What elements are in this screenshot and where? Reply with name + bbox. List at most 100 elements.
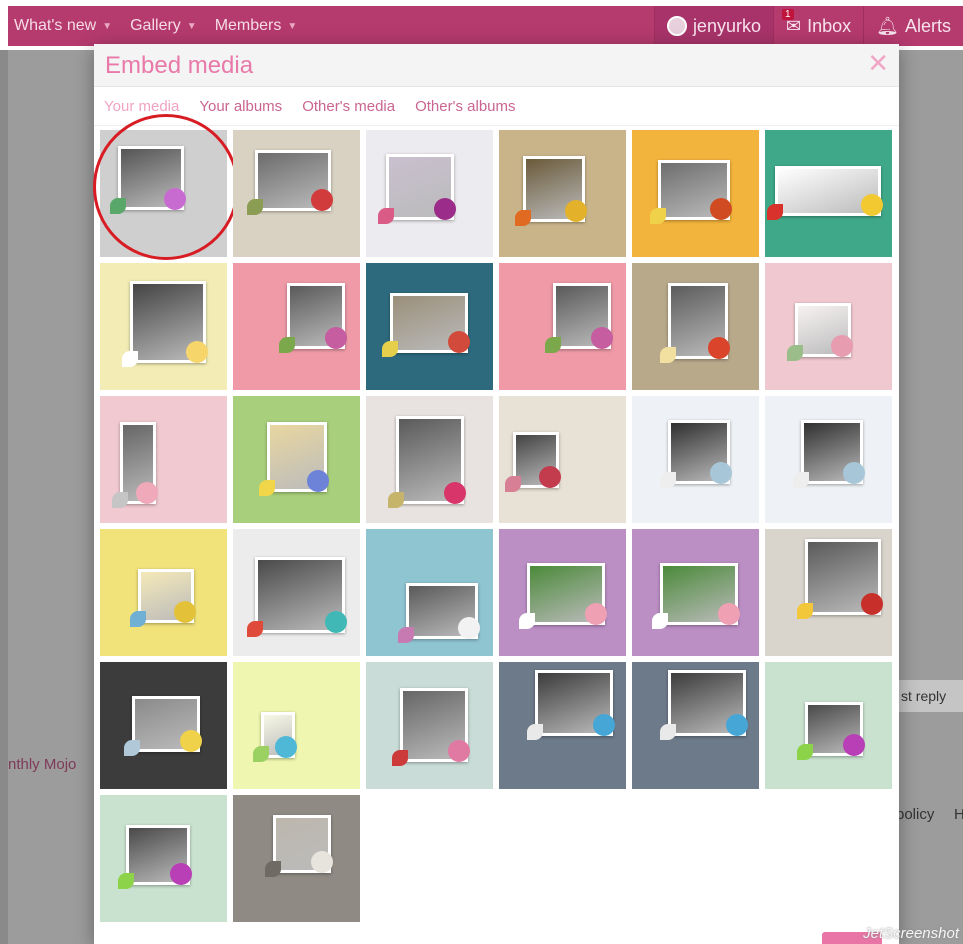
flower-embellishment	[585, 603, 607, 625]
flower-embellishment	[539, 466, 561, 488]
media-thumbnail[interactable]	[765, 662, 892, 789]
media-thumbnail[interactable]	[233, 130, 360, 257]
leaf-embellishment	[660, 347, 676, 363]
inbox-link[interactable]: 1 ✉ Inbox	[772, 6, 863, 46]
chevron-down-icon: ▼	[102, 20, 113, 32]
flower-embellishment	[311, 851, 333, 873]
media-thumbnail[interactable]	[632, 529, 759, 656]
flower-embellishment	[307, 470, 329, 492]
close-icon[interactable]: ✕	[867, 50, 889, 76]
nav-gallery-label: Gallery	[130, 17, 181, 34]
media-grid	[93, 114, 895, 922]
flower-embellishment	[458, 617, 480, 639]
leaf-embellishment	[382, 341, 398, 357]
user-menu[interactable]: jenyurko	[653, 6, 773, 46]
nav-whats-new-label: What's new	[14, 17, 97, 34]
media-thumbnail[interactable]	[765, 529, 892, 656]
media-thumbnail[interactable]	[233, 662, 360, 789]
media-thumbnail[interactable]	[233, 529, 360, 656]
chevron-down-icon: ▼	[186, 20, 197, 32]
media-thumbnail[interactable]	[632, 662, 759, 789]
media-thumbnail[interactable]	[632, 396, 759, 523]
leaf-embellishment	[797, 744, 813, 760]
media-thumbnail[interactable]	[100, 795, 227, 922]
flower-embellishment	[710, 198, 732, 220]
post-reply-fragment: st reply	[893, 680, 963, 712]
media-thumbnail[interactable]	[499, 130, 626, 257]
leaf-embellishment	[505, 476, 521, 492]
leaf-embellishment	[398, 627, 414, 643]
top-navigation: What's new ▼ Gallery ▼ Members ▼ jenyurk…	[0, 0, 963, 50]
flower-embellishment	[843, 462, 865, 484]
media-thumbnail[interactable]	[366, 529, 493, 656]
media-tabs: Your media Your albums Other's media Oth…	[94, 87, 899, 126]
flower-embellishment	[718, 603, 740, 625]
media-thumbnail[interactable]	[765, 130, 892, 257]
media-thumbnail[interactable]	[100, 662, 227, 789]
media-thumbnail[interactable]	[100, 396, 227, 523]
inbox-label: Inbox	[807, 15, 852, 36]
leaf-embellishment	[265, 861, 281, 877]
watermark: JetScreenshot	[863, 925, 959, 942]
flower-embellishment	[710, 462, 732, 484]
media-thumbnail[interactable]	[499, 263, 626, 390]
username: jenyurko	[692, 15, 761, 36]
alerts-link[interactable]: 🔔︎ Alerts	[863, 6, 963, 46]
flower-embellishment	[861, 194, 883, 216]
chevron-down-icon: ▼	[287, 20, 298, 32]
leaf-embellishment	[122, 351, 138, 367]
media-thumbnail[interactable]	[366, 396, 493, 523]
media-thumbnail[interactable]	[499, 396, 626, 523]
media-thumbnail[interactable]	[366, 662, 493, 789]
media-thumbnail[interactable]	[100, 529, 227, 656]
leaf-embellishment	[110, 198, 126, 214]
flower-embellishment	[434, 198, 456, 220]
policy-fragment: policy	[896, 806, 935, 823]
modal-title: Embed media	[105, 52, 254, 79]
flower-embellishment	[186, 341, 208, 363]
nav-bar: What's new ▼ Gallery ▼ Members ▼ jenyurk…	[8, 6, 963, 46]
nav-left: What's new ▼ Gallery ▼ Members ▼	[14, 6, 297, 46]
flower-embellishment	[726, 714, 748, 736]
media-thumbnail[interactable]	[93, 114, 239, 260]
flower-embellishment	[164, 188, 186, 210]
nav-right: jenyurko 1 ✉ Inbox 🔔︎ Alerts	[653, 6, 963, 46]
tab-your-albums[interactable]: Your albums	[199, 98, 282, 115]
flower-embellishment	[843, 734, 865, 756]
nav-whats-new[interactable]: What's new ▼	[14, 17, 112, 35]
flower-embellishment	[180, 730, 202, 752]
tab-others-media[interactable]: Other's media	[302, 98, 395, 115]
media-thumbnail[interactable]	[632, 130, 759, 257]
flower-embellishment	[831, 335, 853, 357]
flower-embellishment	[591, 327, 613, 349]
media-thumbnail[interactable]	[366, 263, 493, 390]
leaf-embellishment	[660, 472, 676, 488]
leaf-embellishment	[519, 613, 535, 629]
leaf-embellishment	[118, 873, 134, 889]
media-thumbnail[interactable]	[765, 396, 892, 523]
leaf-embellishment	[388, 492, 404, 508]
media-thumbnail[interactable]	[233, 795, 360, 922]
leaf-embellishment	[652, 613, 668, 629]
flower-embellishment	[593, 714, 615, 736]
leaf-embellishment	[247, 199, 263, 215]
nav-gallery[interactable]: Gallery ▼	[130, 17, 197, 35]
media-thumbnail[interactable]	[499, 529, 626, 656]
embed-media-modal: Embed media ✕ Your media Your albums Oth…	[93, 44, 899, 944]
media-thumbnail[interactable]	[233, 396, 360, 523]
flower-embellishment	[170, 863, 192, 885]
media-thumbnail[interactable]	[366, 130, 493, 257]
media-thumbnail[interactable]	[632, 263, 759, 390]
h-fragment: H	[954, 806, 963, 823]
flower-embellishment	[448, 331, 470, 353]
tab-others-albums[interactable]: Other's albums	[415, 98, 515, 115]
nav-members[interactable]: Members ▼	[215, 17, 298, 35]
leaf-embellishment	[797, 603, 813, 619]
media-thumbnail[interactable]	[100, 263, 227, 390]
media-thumbnail[interactable]	[499, 662, 626, 789]
media-thumbnail[interactable]	[765, 263, 892, 390]
avatar	[666, 16, 687, 36]
media-thumbnail[interactable]	[233, 263, 360, 390]
tab-your-media[interactable]: Your media	[104, 98, 179, 115]
alerts-label: Alerts	[904, 15, 951, 36]
